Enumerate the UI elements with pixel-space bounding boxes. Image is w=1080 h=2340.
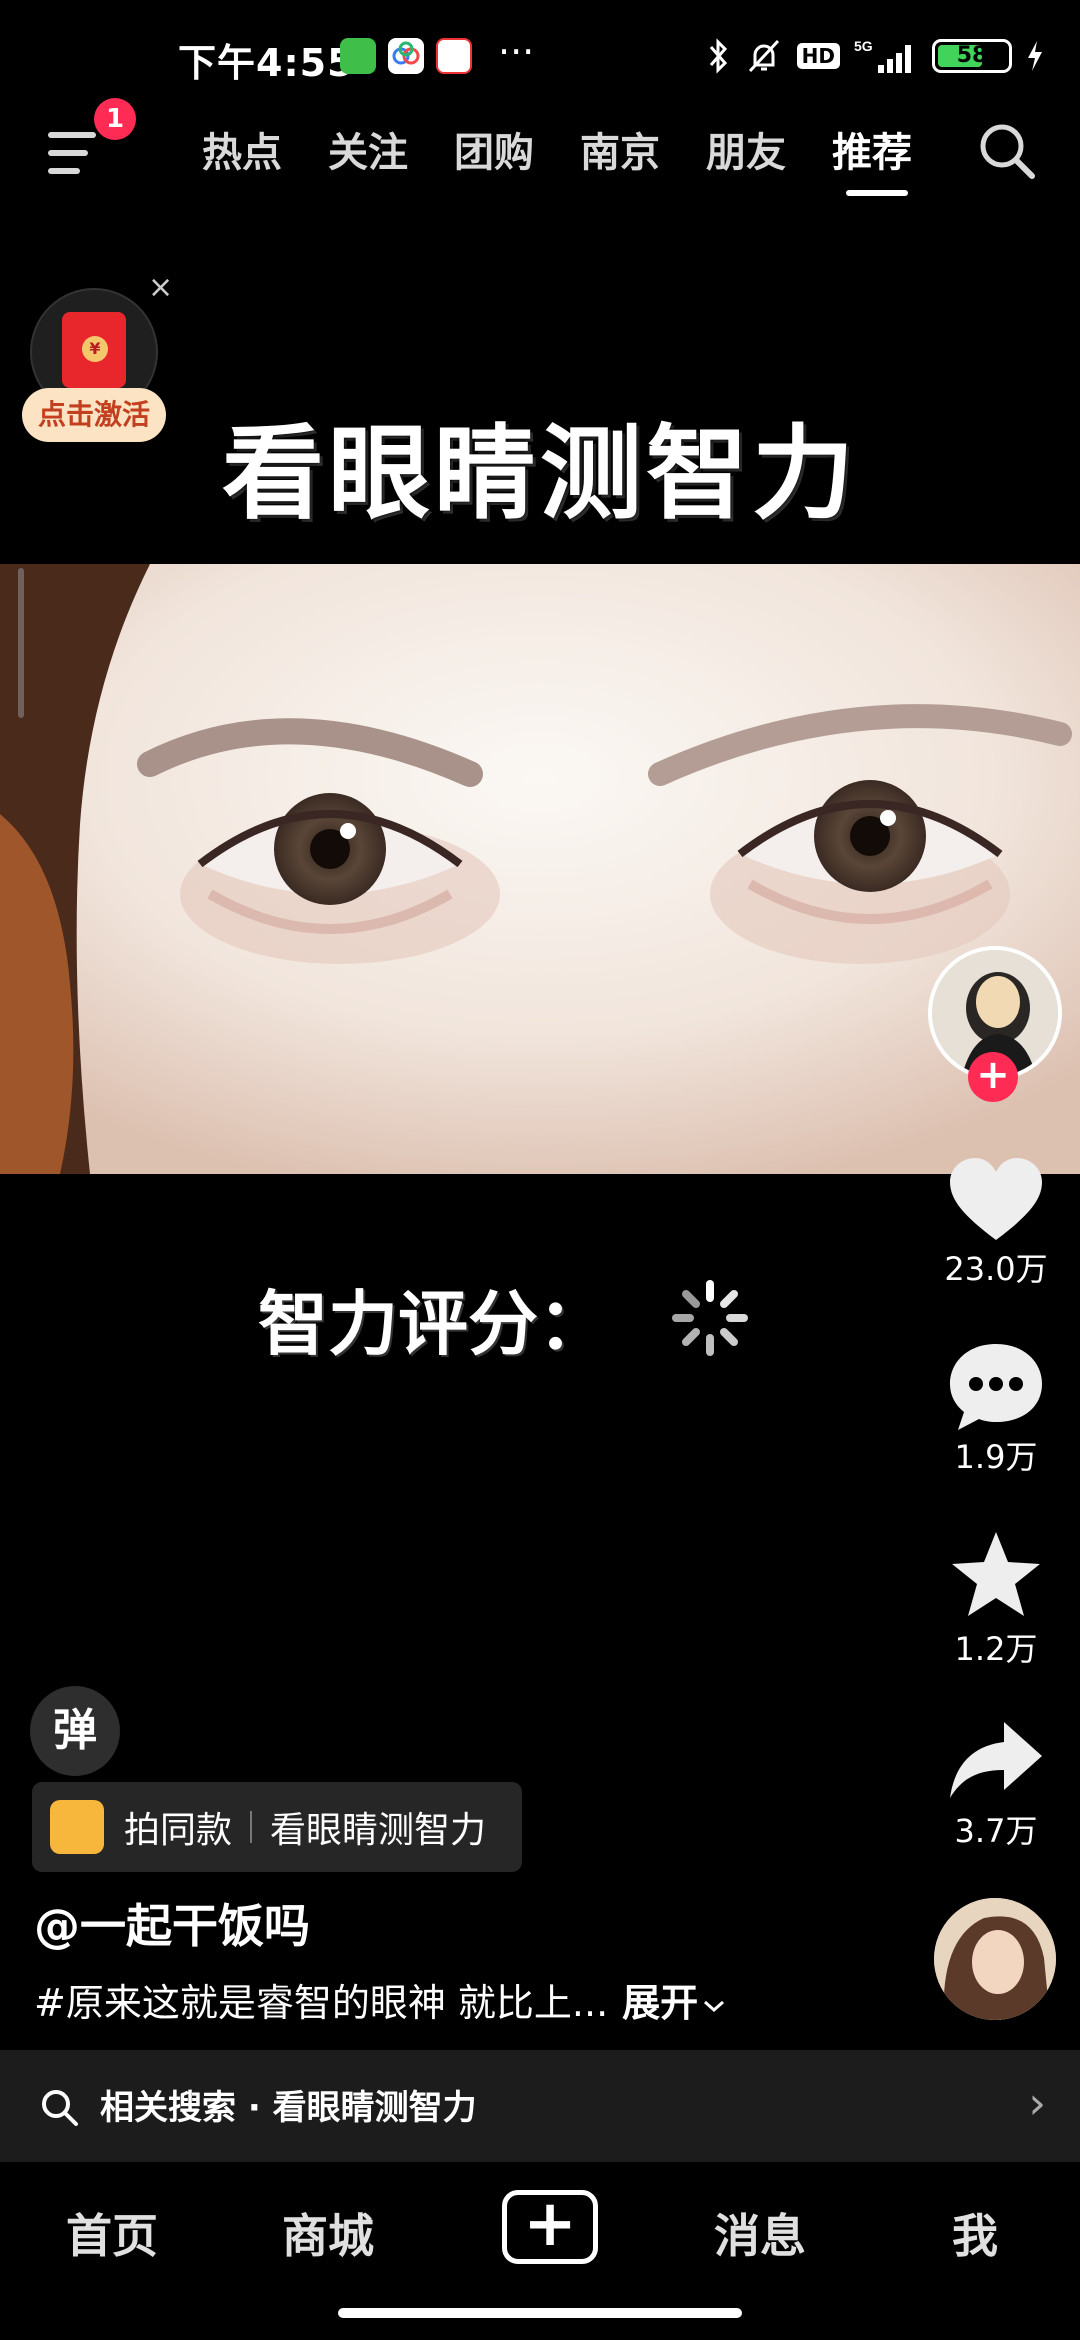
score-label: 智力评分： — [258, 1283, 608, 1365]
signal-icon: 5G — [854, 38, 911, 73]
charging-icon — [1028, 41, 1042, 71]
tab-nanjing[interactable]: 南京 — [580, 120, 660, 178]
menu-badge: 1 — [94, 98, 136, 140]
same-style-title: 看眼睛测智力 — [270, 1810, 487, 1851]
tab-recommend[interactable]: 推荐 — [832, 120, 912, 178]
red-packet-close-button[interactable]: × — [148, 270, 173, 305]
nav-messages[interactable]: 消息 — [714, 2200, 806, 2266]
app-notification-icon — [340, 38, 376, 74]
search-icon — [42, 2090, 78, 2126]
chevron-right-icon: › — [1028, 2078, 1046, 2129]
same-style-chip[interactable]: 拍同款 看眼睛测智力 — [32, 1782, 522, 1872]
related-search-bar[interactable]: 相关搜索 · 看眼睛测智力 › — [0, 2050, 1080, 2162]
follow-button[interactable]: + — [968, 1052, 1018, 1102]
battery-icon: 58 — [932, 39, 1012, 73]
active-tab-indicator — [846, 190, 908, 196]
battery-level: 58 — [956, 43, 988, 68]
music-disc-avatar[interactable] — [934, 1898, 1056, 2020]
nav-me[interactable]: 我 — [952, 2200, 998, 2266]
related-search-text: 相关搜索 · 看眼睛测智力 — [100, 2088, 477, 2128]
search-icon[interactable] — [976, 120, 1038, 182]
video-description[interactable]: #原来这就是睿智的眼神 就比上... 展开 — [34, 1972, 726, 2027]
create-post-button[interactable]: + — [502, 2190, 598, 2264]
coin-icon: ¥ — [82, 336, 108, 362]
tab-group-buy[interactable]: 团购 — [454, 120, 534, 178]
nav-mall[interactable]: 商城 — [282, 2200, 374, 2266]
svg-text:5G: 5G — [854, 38, 873, 54]
share-icon[interactable] — [944, 1712, 1048, 1812]
chevron-down-icon — [704, 2000, 725, 2013]
tab-friends[interactable]: 朋友 — [706, 120, 786, 178]
menu-icon[interactable] — [48, 128, 104, 180]
scroll-indicator — [18, 568, 24, 718]
divider — [250, 1811, 253, 1843]
author-name[interactable]: @一起干饭吗 — [34, 1890, 310, 1956]
video-frame-eyes[interactable] — [0, 564, 1080, 1174]
status-right: HD 5G 58 — [707, 36, 1044, 76]
expand-button[interactable]: 展开 — [622, 1981, 698, 2025]
status-time: 下午4:55 — [178, 41, 355, 85]
star-icon[interactable] — [944, 1526, 1048, 1626]
tab-hot[interactable]: 热点 — [202, 120, 282, 178]
status-more: ··· — [498, 30, 535, 74]
hd-badge: HD — [796, 43, 840, 69]
comment-count: 1.9万 — [954, 1438, 1038, 1476]
app-notification-icon — [388, 38, 424, 74]
like-count: 23.0万 — [944, 1250, 1048, 1288]
comment-icon[interactable] — [944, 1336, 1048, 1436]
app-notification-icon — [436, 38, 472, 74]
status-bar: 下午4:55 ··· HD 5G 58 — [0, 0, 1080, 120]
danmu-toggle-button[interactable]: 弹 — [30, 1686, 120, 1776]
share-count: 3.7万 — [954, 1812, 1038, 1850]
sparkle-icon — [50, 1800, 104, 1854]
same-style-label: 拍同款 — [124, 1810, 233, 1851]
heart-icon[interactable] — [944, 1150, 1048, 1250]
home-indicator — [338, 2308, 742, 2318]
nav-home[interactable]: 首页 — [66, 2200, 158, 2266]
description-text: #原来这就是睿智的眼神 就比上... — [34, 1981, 609, 2025]
video-title-overlay: 看眼睛测智力 — [222, 415, 858, 534]
bluetooth-icon — [709, 38, 727, 74]
tab-following[interactable]: 关注 — [328, 120, 408, 178]
favorite-count: 1.2万 — [954, 1630, 1038, 1668]
loading-spinner-icon — [672, 1280, 748, 1356]
mute-icon — [748, 39, 779, 73]
